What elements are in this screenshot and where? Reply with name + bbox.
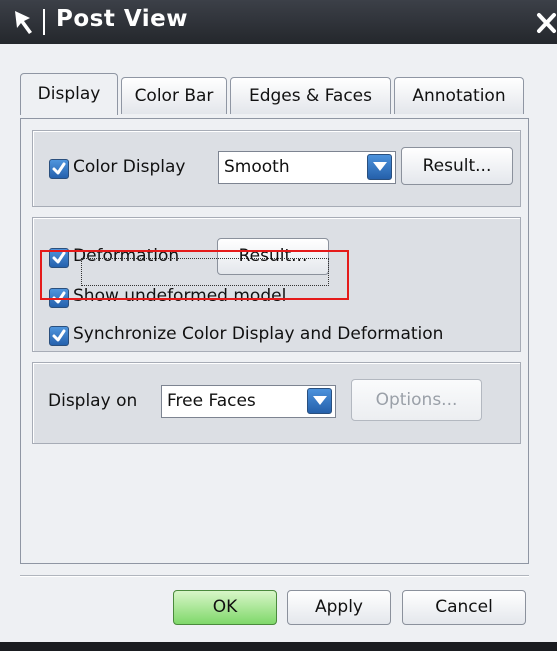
tab-edges-faces[interactable]: Edges & Faces <box>230 77 391 114</box>
display-on-group: Display on Free Faces Options... <box>32 362 521 444</box>
display-on-label: Display on <box>48 391 138 411</box>
display-on-select[interactable]: Free Faces <box>161 385 336 418</box>
dropdown-arrow-icon[interactable] <box>307 388 332 414</box>
dropdown-arrow-icon[interactable] <box>367 154 392 180</box>
tab-color-bar[interactable]: Color Bar <box>121 77 227 114</box>
deformation-result-button[interactable]: Result... <box>217 238 329 275</box>
synchronize-checkbox[interactable] <box>49 326 69 346</box>
display-on-value: Free Faces <box>167 391 256 411</box>
color-display-checkbox[interactable] <box>49 159 69 179</box>
apply-button[interactable]: Apply <box>287 590 391 625</box>
ok-button[interactable]: OK <box>173 590 277 625</box>
show-undeformed-label: Show undeformed model <box>73 286 287 306</box>
footer-divider-light <box>20 576 529 577</box>
deformation-label: Deformation <box>73 246 180 266</box>
options-button[interactable]: Options... <box>351 379 482 421</box>
close-icon[interactable] <box>534 10 557 36</box>
deformation-group: Deformation Result... Show undeformed mo… <box>32 217 521 352</box>
pin-icon[interactable] <box>10 8 36 36</box>
checkmark-icon <box>52 291 66 304</box>
title-separator <box>43 9 45 35</box>
color-display-group: Color Display Smooth Result... <box>32 130 521 207</box>
checkmark-icon <box>52 162 66 175</box>
color-mode-select[interactable]: Smooth <box>218 151 396 184</box>
deformation-checkbox[interactable] <box>49 248 69 268</box>
color-display-label: Color Display <box>73 157 186 177</box>
title-bar: Post View <box>0 0 557 44</box>
color-result-button[interactable]: Result... <box>401 147 513 185</box>
color-mode-value: Smooth <box>224 157 290 177</box>
tab-panel-display: Color Display Smooth Result... Deformati… <box>20 118 529 564</box>
show-undeformed-checkbox[interactable] <box>49 288 69 308</box>
window-title: Post View <box>56 6 188 32</box>
cancel-button[interactable]: Cancel <box>402 590 526 625</box>
tab-annotation[interactable]: Annotation <box>394 77 524 114</box>
checkmark-icon <box>52 251 66 264</box>
checkmark-icon <box>52 329 66 342</box>
window-bottom-edge <box>0 642 557 651</box>
tab-display[interactable]: Display <box>20 73 118 115</box>
synchronize-label: Synchronize Color Display and Deformatio… <box>73 324 444 344</box>
